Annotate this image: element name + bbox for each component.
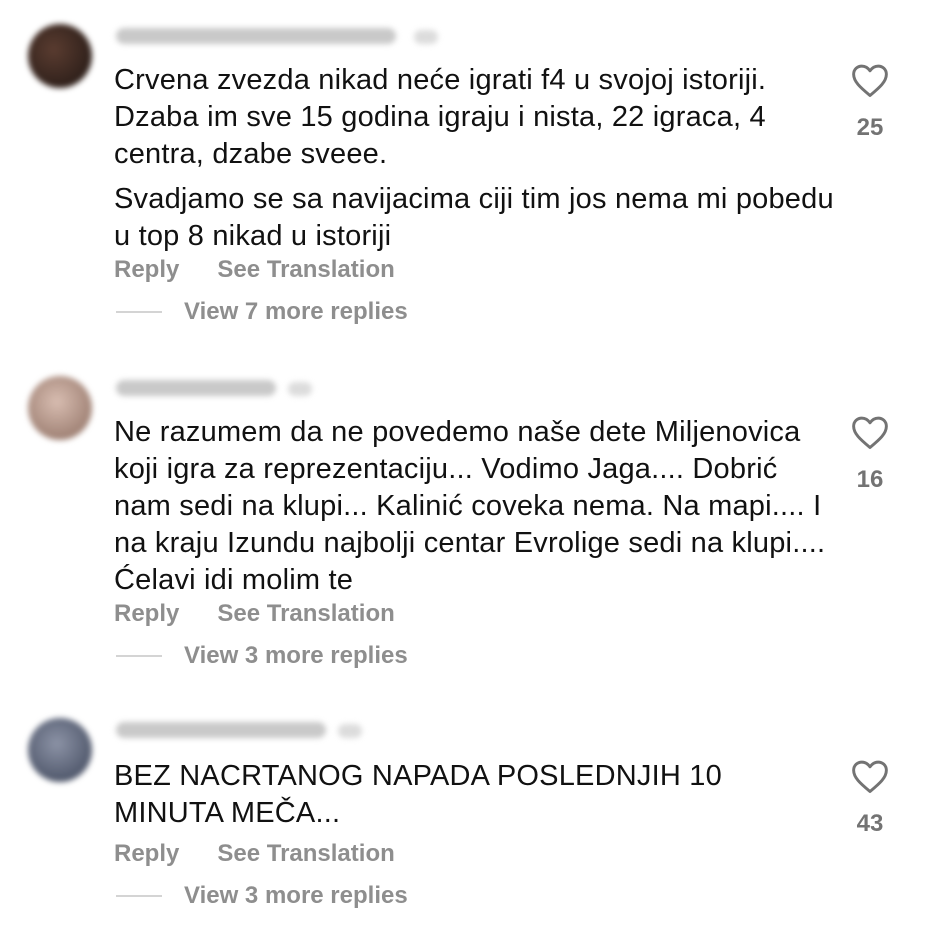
like-count: 16: [856, 466, 884, 493]
like-count: 43: [856, 810, 884, 837]
comment-text: Crvena zvezda nikad neće igrati f4 u svo…: [114, 62, 834, 255]
view-replies-label: View 3 more replies: [184, 882, 408, 909]
heart-icon[interactable]: [850, 758, 890, 794]
avatar[interactable]: [28, 718, 92, 782]
comment-actions: Reply See Translation: [114, 256, 395, 284]
username-blurred[interactable]: [116, 722, 326, 738]
view-replies-button[interactable]: View 7 more replies: [116, 298, 408, 326]
comment-text: BEZ NACRTANOG NAPADA POSLEDNJIH 10 MINUT…: [114, 758, 834, 832]
view-replies-button[interactable]: View 3 more replies: [116, 882, 408, 910]
comment-actions: Reply See Translation: [114, 600, 395, 628]
like-group: 16: [848, 414, 892, 494]
avatar[interactable]: [28, 24, 92, 88]
comment-time-blurred: [288, 382, 312, 396]
reply-button[interactable]: Reply: [114, 600, 179, 628]
username-blurred[interactable]: [116, 380, 276, 396]
username-blurred[interactable]: [116, 28, 396, 44]
avatar[interactable]: [28, 376, 92, 440]
heart-icon[interactable]: [850, 62, 890, 98]
comment-paragraph: Ne razumem da ne povedemo naše dete Milj…: [114, 416, 826, 596]
replies-divider: [116, 655, 162, 657]
reply-button[interactable]: Reply: [114, 256, 179, 284]
heart-icon[interactable]: [850, 414, 890, 450]
comment-paragraph: Crvena zvezda nikad neće igrati f4 u svo…: [114, 64, 767, 170]
like-count: 25: [856, 114, 884, 141]
comment-time-blurred: [414, 30, 438, 44]
like-group: 25: [848, 62, 892, 142]
see-translation-button[interactable]: See Translation: [217, 256, 394, 284]
comment-actions: Reply See Translation: [114, 840, 395, 868]
replies-divider: [116, 895, 162, 897]
comment-paragraph: BEZ NACRTANOG NAPADA POSLEDNJIH 10 MINUT…: [114, 760, 722, 829]
replies-divider: [116, 311, 162, 313]
see-translation-button[interactable]: See Translation: [217, 600, 394, 628]
comment-paragraph: Svadjamo se sa navijacima ciji tim jos n…: [114, 183, 834, 252]
view-replies-button[interactable]: View 3 more replies: [116, 642, 408, 670]
comment-time-blurred: [338, 724, 362, 738]
view-replies-label: View 3 more replies: [184, 642, 408, 669]
comment-text: Ne razumem da ne povedemo naše dete Milj…: [114, 414, 834, 599]
see-translation-button[interactable]: See Translation: [217, 840, 394, 868]
like-group: 43: [848, 758, 892, 838]
view-replies-label: View 7 more replies: [184, 298, 408, 325]
reply-button[interactable]: Reply: [114, 840, 179, 868]
